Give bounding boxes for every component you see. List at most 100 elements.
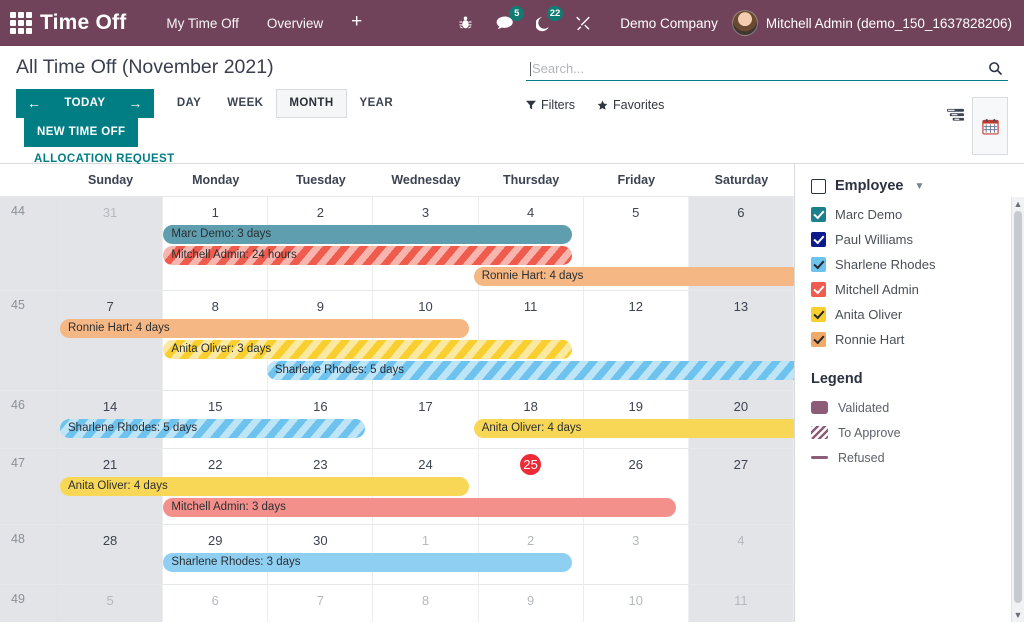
employee-filter-row[interactable]: Anita Oliver <box>811 302 1024 327</box>
day-cell[interactable]: 4 <box>689 525 794 584</box>
day-number: 29 <box>205 530 226 551</box>
calendar-scrollbar[interactable]: ▲ ▼ <box>1011 197 1024 622</box>
chevron-down-icon[interactable]: ▼ <box>915 181 925 192</box>
nav-item-overview[interactable]: Overview <box>253 10 337 37</box>
today-day-number: 25 <box>520 454 541 475</box>
employee-checkbox[interactable] <box>811 332 826 347</box>
day-number: 9 <box>520 590 541 611</box>
search-bar[interactable] <box>526 59 1008 81</box>
employee-filter-row[interactable]: Paul Williams <box>811 227 1024 252</box>
week-number: 46 <box>0 391 58 448</box>
calendar-event-bar[interactable]: Mitchell Admin: 3 days <box>163 498 675 517</box>
apps-grid-icon[interactable] <box>8 10 34 36</box>
day-cell[interactable]: 28 <box>58 525 163 584</box>
legend-row: Refused <box>811 445 1024 470</box>
day-cell[interactable]: 27 <box>689 449 794 524</box>
day-cell[interactable]: 31 <box>58 197 163 290</box>
employee-filter-row[interactable]: Sharlene Rhodes <box>811 252 1024 277</box>
day-number: 1 <box>415 530 436 551</box>
prev-period-button[interactable]: ← <box>16 89 52 118</box>
calendar-event-bar[interactable]: Marc Demo: 3 days <box>163 225 572 244</box>
scrollbar-thumb[interactable] <box>1014 211 1022 603</box>
nav-item-my-time-off[interactable]: My Time Off <box>152 10 253 37</box>
weeks-container: 4431123456Marc Demo: 3 daysMitchell Admi… <box>0 197 794 622</box>
day-cell[interactable]: 6 <box>163 585 268 622</box>
employee-checkbox[interactable] <box>811 282 826 297</box>
scale-month-button[interactable]: MONTH <box>276 89 346 118</box>
filters-button[interactable]: Filters <box>526 98 575 112</box>
day-cell[interactable]: 11 <box>689 585 794 622</box>
company-selector[interactable]: Demo Company <box>620 16 718 31</box>
day-cell[interactable]: 5 <box>58 585 163 622</box>
day-cell[interactable]: 7 <box>58 291 163 390</box>
day-cell[interactable]: 9 <box>479 585 584 622</box>
calendar-event-bar[interactable]: Anita Oliver: 3 days <box>163 340 572 359</box>
filters-label: Filters <box>541 98 575 112</box>
top-navbar: Time Off My Time Off Overview + 5 22 <box>0 0 1024 46</box>
employee-checkbox[interactable] <box>811 232 826 247</box>
scroll-up-arrow[interactable]: ▲ <box>1012 197 1024 211</box>
user-menu[interactable]: Mitchell Admin (demo_150_1637828206) <box>732 10 1012 36</box>
legend-list: ValidatedTo ApproveRefused <box>811 395 1024 470</box>
calendar-event-bar[interactable]: Anita Oliver: 4 days <box>474 419 794 438</box>
allocation-request-button[interactable]: ALLOCATION REQUEST <box>16 147 175 165</box>
scale-week-button[interactable]: WEEK <box>214 89 276 118</box>
calendar-week-row: 4431123456Marc Demo: 3 daysMitchell Admi… <box>0 197 794 291</box>
employee-group-label: Employee <box>835 178 904 194</box>
employee-group-checkbox[interactable] <box>811 179 826 194</box>
calendar-week-row: 4614151617181920Sharlene Rhodes: 5 daysA… <box>0 391 794 449</box>
messages-icon[interactable]: 5 <box>495 9 514 37</box>
day-number: 8 <box>205 296 226 317</box>
day-cell[interactable]: 8 <box>373 585 478 622</box>
day-cell[interactable]: 10 <box>584 585 689 622</box>
calendar-event-bar[interactable]: Sharlene Rhodes: 3 days <box>163 553 572 572</box>
day-cell[interactable]: 3 <box>584 525 689 584</box>
employee-filter-row[interactable]: Marc Demo <box>811 202 1024 227</box>
week-number: 49 <box>0 585 58 622</box>
gantt-list-view-icon[interactable] <box>938 97 972 133</box>
search-input[interactable] <box>532 61 985 76</box>
employee-name-label: Anita Oliver <box>835 307 902 322</box>
calendar-grid: Sunday Monday Tuesday Wednesday Thursday… <box>0 164 795 622</box>
day-number: 28 <box>100 530 121 551</box>
favorites-button[interactable]: Favorites <box>597 98 664 112</box>
next-period-button[interactable]: → <box>117 89 153 118</box>
day-number: 17 <box>415 396 436 417</box>
employee-checkbox[interactable] <box>811 207 826 222</box>
activities-clock-icon[interactable]: 22 <box>536 9 553 37</box>
day-number: 5 <box>100 590 121 611</box>
day-number: 31 <box>100 202 121 223</box>
employee-filter-list: Marc Demo Paul Williams Sharlene RhodesMit… <box>811 202 1024 352</box>
employee-checkbox[interactable] <box>811 307 826 322</box>
calendar-event-bar[interactable]: Sharlene Rhodes: 5 days <box>60 419 365 438</box>
scale-day-button[interactable]: DAY <box>164 89 214 118</box>
scale-year-button[interactable]: YEAR <box>347 89 407 118</box>
nav-add-button[interactable]: + <box>337 10 376 37</box>
calendar-event-bar[interactable]: Anita Oliver: 4 days <box>60 477 469 496</box>
today-button[interactable]: TODAY <box>52 89 117 118</box>
calendar-view-icon[interactable] <box>972 97 1008 155</box>
scroll-down-arrow[interactable]: ▼ <box>1012 608 1024 622</box>
employee-filter-row[interactable]: Ronnie Hart <box>811 327 1024 352</box>
calendar-week-row: 49 5 678 9 1011 <box>0 585 794 622</box>
day-number: 16 <box>310 396 331 417</box>
tools-icon[interactable] <box>575 9 591 37</box>
week-number: 44 <box>0 197 58 290</box>
calendar-event-bar[interactable]: Ronnie Hart: 4 days <box>60 319 469 338</box>
calendar-event-bar[interactable]: Ronnie Hart: 4 days <box>474 267 794 286</box>
app-brand-title[interactable]: Time Off <box>40 11 126 35</box>
calendar-event-bar[interactable]: Mitchell Admin: 24 hours <box>163 246 572 265</box>
calendar-event-bar[interactable]: Sharlene Rhodes: 5 days <box>267 361 794 380</box>
employee-name-label: Paul Williams <box>835 232 913 247</box>
day-number: 4 <box>520 202 541 223</box>
day-cell[interactable]: 17 <box>373 391 478 448</box>
employee-checkbox[interactable] <box>811 257 826 272</box>
dow-wednesday: Wednesday <box>373 164 478 196</box>
bug-icon[interactable] <box>458 9 473 37</box>
new-time-off-button[interactable]: NEW TIME OFF <box>24 118 138 147</box>
day-number: 22 <box>205 454 226 475</box>
search-icon[interactable] <box>985 61 1006 76</box>
day-cell[interactable]: 7 <box>268 585 373 622</box>
employee-filter-row[interactable]: Mitchell Admin <box>811 277 1024 302</box>
day-number: 4 <box>730 530 751 551</box>
